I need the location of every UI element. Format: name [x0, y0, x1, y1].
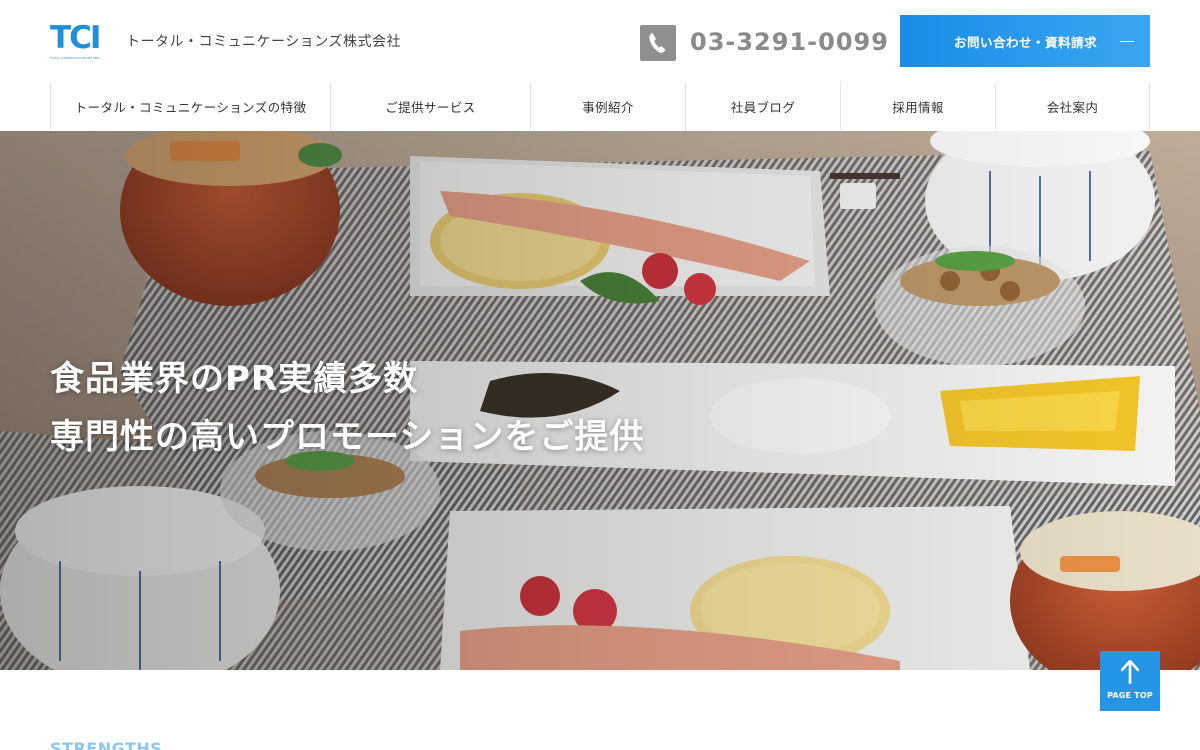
arrow-up-icon — [1121, 660, 1139, 684]
phone-icon — [640, 25, 676, 61]
site-header: TCI TOTAL COMMUNICATIONS INC. トータル・コミュニケ… — [0, 0, 1200, 82]
company-logo[interactable]: TCI TOTAL COMMUNICATIONS INC. — [50, 22, 112, 62]
hero-banner: 食品業界のPR実績多数 専門性の高いプロモーションをご提供 — [0, 131, 1200, 670]
dash-icon — [1120, 41, 1134, 42]
global-nav: トータル・コミュニケーションズの特徴 ご提供サービス 事例紹介 社員ブログ 採用… — [50, 82, 1150, 130]
company-name: トータル・コミュニケーションズ株式会社 — [126, 34, 401, 50]
strengths-heading: STRENGTHS — [50, 739, 163, 750]
nav-item-cases[interactable]: 事例紹介 — [530, 82, 685, 130]
contact-button-label: お問い合わせ・資料請求 — [954, 35, 1098, 50]
hero-headline-1: 食品業界のPR実績多数 — [50, 359, 419, 399]
page-top-button[interactable]: PAGE TOP — [1100, 651, 1160, 711]
nav-item-recruit[interactable]: 採用情報 — [840, 82, 995, 130]
nav-item-features[interactable]: トータル・コミュニケーションズの特徴 — [50, 82, 330, 130]
nav-item-services[interactable]: ご提供サービス — [330, 82, 530, 130]
hero-photo — [0, 131, 1200, 670]
logo-subtext: TOTAL COMMUNICATIONS INC. — [50, 56, 101, 60]
nav-item-company[interactable]: 会社案内 — [995, 82, 1150, 130]
hero-headline-2: 専門性の高いプロモーションをご提供 — [50, 417, 645, 457]
contact-request-button[interactable]: お問い合わせ・資料請求 — [900, 15, 1150, 67]
logo-mark: TCI — [50, 20, 101, 56]
page-top-label: PAGE TOP — [1107, 691, 1153, 700]
nav-item-blog[interactable]: 社員ブログ — [685, 82, 840, 130]
phone-number[interactable]: 03-3291-0099 — [690, 28, 889, 56]
